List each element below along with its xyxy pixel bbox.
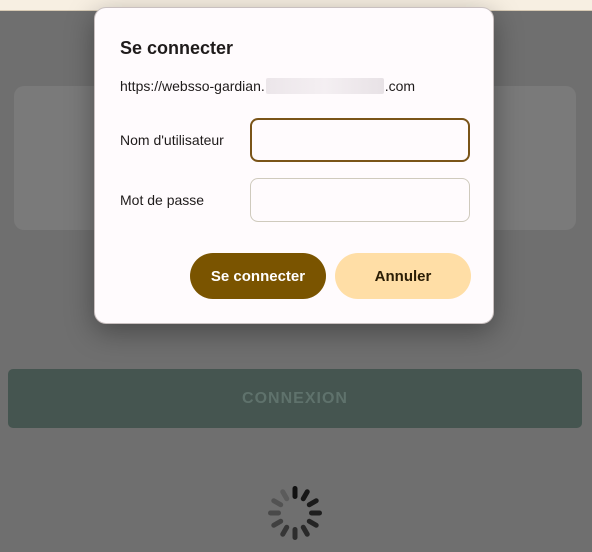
url-prefix: https://websso-gardian. — [120, 78, 265, 94]
loading-spinner-icon — [268, 486, 322, 540]
password-label: Mot de passe — [120, 192, 205, 208]
background-mark-right — [494, 290, 500, 296]
login-dialog: Se connecter https://websso-gardian. .co… — [94, 7, 494, 324]
username-field[interactable] — [250, 118, 470, 162]
password-field[interactable] — [250, 178, 470, 222]
username-label: Nom d'utilisateur — [120, 132, 224, 148]
url-suffix: .com — [384, 78, 416, 94]
dialog-title: Se connecter — [120, 38, 234, 58]
dialog-url: https://websso-gardian. .com — [120, 78, 415, 94]
connexion-button[interactable]: CONNEXION — [8, 369, 582, 428]
url-redacted-segment — [265, 78, 384, 94]
sign-in-button[interactable]: Se connecter — [190, 253, 326, 299]
cancel-button[interactable]: Annuler — [335, 253, 471, 299]
